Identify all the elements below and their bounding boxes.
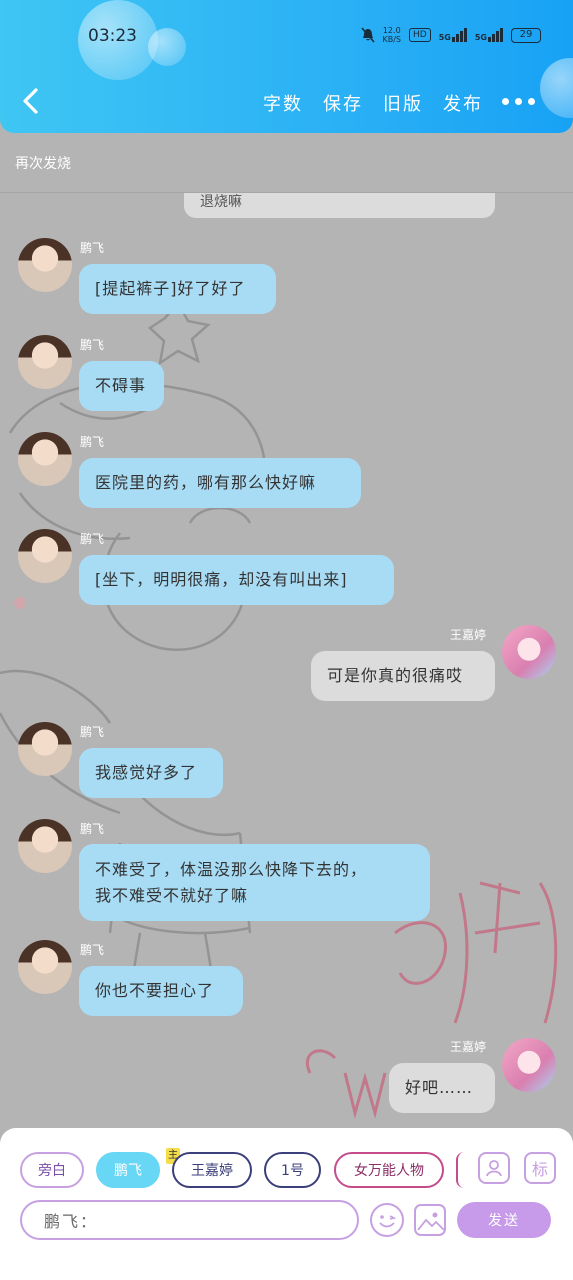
message-text: 我感觉好多了 (95, 763, 198, 782)
message-bubble[interactable]: [提起裤子]好了好了 (79, 264, 276, 314)
send-button[interactable]: 发送 (457, 1202, 551, 1238)
sender-name: 鹏飞 (80, 338, 105, 352)
composer-panel: 旁白 鹏飞 主 王嘉婷 1号 女万能人物 标 鹏飞： 发送 (0, 1128, 573, 1280)
message-text: 不碍事 (95, 376, 147, 395)
sender-name: 鹏飞 (80, 943, 105, 957)
sender-name: 鹏飞 (80, 435, 105, 449)
old-version-button[interactable]: 旧版 (383, 90, 423, 116)
message-input[interactable]: 鹏飞： (20, 1200, 359, 1240)
status-icons: 12.0 KB/S HD 5G 5G 29 (360, 26, 541, 44)
role-chip-overflow (456, 1152, 464, 1188)
character-manage-icon[interactable] (478, 1152, 510, 1184)
sender-name: 鹏飞 (80, 822, 105, 836)
message-bubble[interactable]: 你也不要担心了 (79, 966, 243, 1016)
smile-icon (379, 1215, 397, 1228)
sender-name: 鹏飞 (80, 241, 105, 255)
role-chip-pengfei[interactable]: 鹏飞 (96, 1152, 160, 1188)
role-chip-wangjiating[interactable]: 王嘉婷 (172, 1152, 252, 1188)
hd-badge: HD (409, 28, 431, 42)
chevron-left-icon (23, 88, 38, 114)
header-menu: 字数 保存 旧版 发布 (263, 90, 483, 116)
image-button[interactable] (414, 1204, 446, 1236)
decor-bubble (148, 28, 186, 66)
signal-icon (451, 28, 467, 42)
picture-icon (417, 1212, 444, 1231)
mute-bell-icon (360, 27, 375, 43)
message-text: 你也不要担心了 (95, 981, 215, 1000)
message-text: [提起裤子]好了好了 (95, 279, 246, 298)
avatar-wangjiating[interactable] (502, 625, 556, 679)
sender-name: 鹏飞 (80, 532, 105, 546)
story-title-bar: 再次发烧 (0, 133, 573, 193)
role-chip-narrator[interactable]: 旁白 (20, 1152, 84, 1188)
word-count-button[interactable]: 字数 (263, 90, 303, 116)
message-text: [坐下，明明很痛，却没有叫出来] (95, 570, 348, 589)
decor-bubble (540, 58, 573, 118)
message-bubble[interactable]: [坐下，明明很痛，却没有叫出来] (79, 555, 394, 605)
message-bubble[interactable]: 好吧…… (389, 1063, 495, 1113)
role-chip-1[interactable]: 1号 (264, 1152, 321, 1188)
input-prefix: 鹏飞： (44, 1212, 99, 1231)
message-text: 不难受了，体温没那么快降下去的， (95, 859, 368, 879)
avatar-wangjiating[interactable] (502, 1038, 556, 1092)
emoji-button[interactable] (370, 1203, 404, 1237)
more-menu-button[interactable] (502, 98, 535, 105)
avatar-pengfei[interactable] (18, 335, 72, 389)
message-bubble[interactable]: 不碍事 (79, 361, 164, 411)
sender-name: 鹏飞 (80, 725, 105, 739)
avatar-pengfei[interactable] (18, 722, 72, 776)
status-time: 03:23 (88, 26, 137, 46)
sender-name: 王嘉婷 (450, 628, 487, 642)
back-button[interactable] (18, 86, 44, 116)
chat-area[interactable]: 退烧嘛 鹏飞 [提起裤子]好了好了 鹏飞 不碍事 鹏飞 医院里的药，哪有那么快好… (0, 193, 573, 1128)
message-text: 可是你真的很痛哎 (327, 666, 464, 685)
message-bubble[interactable]: 可是你真的很痛哎 (311, 651, 495, 701)
signal-5g-2: 5G (475, 28, 503, 42)
avatar-pengfei[interactable] (18, 529, 72, 583)
save-button[interactable]: 保存 (323, 90, 363, 116)
message-bubble[interactable]: 医院里的药，哪有那么快好嘛 (79, 458, 361, 508)
message-text: 我不难受不就好了嘛 (95, 885, 249, 905)
role-chip-female-generic[interactable]: 女万能人物 (334, 1152, 444, 1188)
net-speed: 12.0 KB/S (382, 26, 402, 44)
avatar-pengfei[interactable] (18, 238, 72, 292)
avatar-pengfei[interactable] (18, 940, 72, 994)
message-text: 医院里的药，哪有那么快好嘛 (95, 473, 317, 492)
sender-name: 王嘉婷 (450, 1040, 487, 1054)
message-bubble[interactable]: 不难受了，体温没那么快降下去的， 我不难受不就好了嘛 (79, 844, 430, 921)
tag-icon: 标 (531, 1160, 548, 1179)
tag-button[interactable]: 标 (524, 1152, 556, 1184)
message-text: 好吧…… (405, 1078, 474, 1097)
app-header: 03:23 12.0 KB/S HD 5G 5G 29 字数 保存 旧版 发布 (0, 0, 573, 133)
message-bubble-partial: 退烧嘛 (184, 193, 495, 218)
signal-5g-1: 5G (439, 28, 467, 42)
signal-icon (488, 28, 503, 42)
publish-button[interactable]: 发布 (443, 90, 483, 116)
avatar-pengfei[interactable] (18, 819, 72, 873)
battery-icon: 29 (511, 27, 541, 43)
story-title: 再次发烧 (15, 156, 71, 172)
avatar-pengfei[interactable] (18, 432, 72, 486)
person-icon (486, 1160, 502, 1177)
message-bubble[interactable]: 我感觉好多了 (79, 748, 223, 798)
